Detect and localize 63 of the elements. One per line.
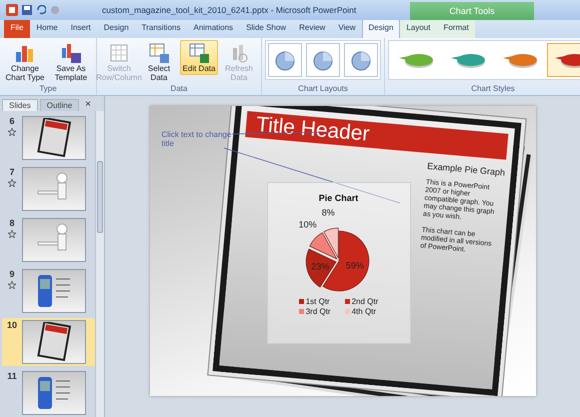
slide-number: 11 [7,371,17,381]
chart-title: Pie Chart [318,193,358,203]
group-label: Chart Layouts [297,84,349,95]
ribbon-tab[interactable]: Transitions [135,19,187,38]
layout-thumbnail[interactable] [268,43,302,77]
slide-number: 10 [6,320,17,330]
ribbon-tab[interactable]: Insert [64,19,98,38]
pane-tab[interactable]: Slides [2,98,38,110]
title-header[interactable]: Title Header [244,111,508,160]
table-swap-icon [108,42,130,64]
ribbon-tab[interactable]: Layout [400,19,437,38]
slide-number: 8 [9,218,14,228]
ribbon-button[interactable]: Select Data [140,40,178,84]
legend-item: 4th Qtr [344,307,378,316]
app-logo-icon [6,4,18,16]
save-icon[interactable] [22,5,32,15]
magazine-drawing [37,118,71,158]
undo-icon[interactable] [36,5,46,15]
scrollbar[interactable] [95,111,104,417]
slide-thumbnail-row[interactable]: 6 [2,114,95,162]
slide-number: 9 [9,269,14,279]
data-label: 23% [310,261,329,272]
ribbon-tab[interactable]: Design [97,19,136,38]
slide-thumbnail-row[interactable]: 10 [2,318,95,366]
chart-frame[interactable]: Pie Chart 8% 10% 23% 59% 1st Qtr 2nd Qtr 3rd Qtr 4th Qtr [266,182,410,344]
ribbon-tab[interactable]: Home [30,19,64,38]
slide-thumbnail-row[interactable]: 11 [2,369,95,417]
spreadsheet-icon [188,42,210,64]
ribbon-tab[interactable]: View [332,19,362,38]
legend-item: 3rd Qtr [298,307,331,316]
window-title: custom_magazine_tool_kit_2010_6241.pptx - Microsoft PowerPoint [102,5,356,15]
ribbon-tab[interactable]: Design [362,19,400,38]
ribbon-tab[interactable]: Slide Show [240,19,293,38]
ribbon-button[interactable]: Edit Data [180,40,218,75]
caption-text[interactable]: Click text to change title [162,130,246,148]
data-label: 10% [298,220,316,230]
pane-tab[interactable]: Outline [40,98,80,110]
legend-item: 1st Qtr [298,297,331,306]
slide-thumbnail-row[interactable]: 8 [2,216,95,264]
table-select-icon [148,42,170,64]
group-label: Type [38,84,58,95]
slide-number: 6 [9,116,14,126]
ribbon-tab[interactable]: Review [292,19,332,38]
data-label: 8% [321,207,334,218]
close-button[interactable]: × [85,99,91,110]
chart-save-icon [60,42,82,64]
layout-thumbnail[interactable] [344,43,378,77]
ribbon-tab[interactable]: Animations [186,19,240,38]
ribbon-button[interactable]: Save As Template [49,40,93,84]
slide-thumbnail-row[interactable]: 9 [2,267,95,315]
ribbon-tab[interactable]: File [4,19,30,38]
group-label: Chart Styles [470,84,516,95]
slide-thumbnail-row[interactable]: 7 [2,165,95,213]
ribbon-button[interactable]: Change Chart Type [3,40,47,84]
ribbon-tab[interactable]: Format [436,19,476,38]
group-label: Data [170,84,188,95]
subtitle: Example Pie Graph [426,160,505,178]
slide-number: 7 [9,167,14,177]
contextual-tab-group: Chart Tools [410,2,534,20]
data-label: 59% [345,260,364,271]
layout-thumbnail[interactable] [306,43,340,77]
magazine-drawing [37,322,71,362]
legend-item: 2nd Qtr [344,297,378,306]
